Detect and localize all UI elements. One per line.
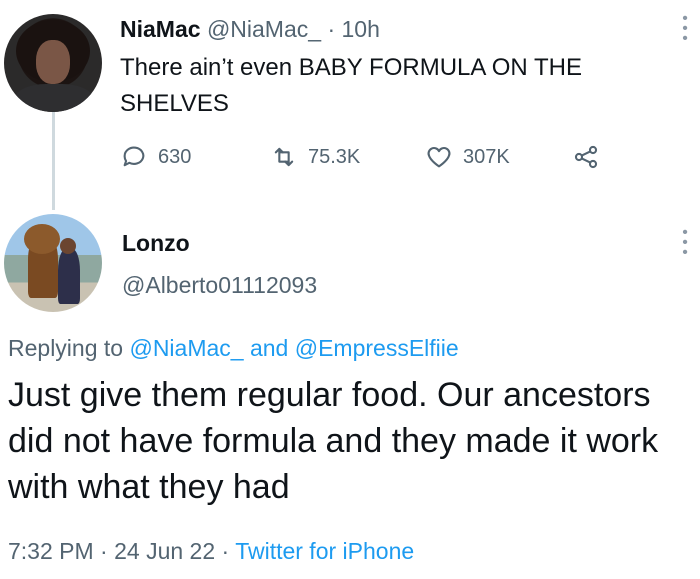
reply-icon — [123, 146, 145, 167]
separator: · — [100, 538, 108, 564]
avatar[interactable] — [4, 14, 102, 112]
action-reply[interactable]: 630 — [120, 140, 191, 174]
avatar-face — [36, 40, 70, 84]
retweet-icon — [274, 147, 294, 167]
more-icon[interactable]: • • • — [680, 225, 690, 261]
action-share[interactable] — [572, 140, 610, 174]
tweet-meta: 7:32 PM · 24 Jun 22 · Twitter for iPhone — [8, 536, 414, 566]
mention-link[interactable]: @EmpressElfiie — [295, 335, 459, 361]
tweet-source[interactable]: Twitter for iPhone — [235, 538, 414, 564]
more-icon[interactable]: • • • — [680, 11, 690, 47]
action-like[interactable]: 307K — [425, 140, 510, 174]
like-count: 307K — [463, 145, 510, 168]
avatar[interactable] — [4, 214, 102, 312]
avatar-person-body — [58, 248, 80, 304]
avatar-mascot-head — [24, 224, 60, 254]
tweet-header: NiaMac @NiaMac_ · 10h — [120, 14, 380, 44]
tweet-time[interactable]: 10h — [342, 16, 380, 42]
display-name[interactable]: NiaMac — [120, 16, 201, 42]
replying-and[interactable]: and — [250, 335, 288, 361]
separator: · — [221, 538, 230, 564]
retweet-count: 75.3K — [308, 145, 361, 168]
action-retweet[interactable]: 75.3K — [270, 140, 360, 174]
like-icon — [427, 146, 451, 168]
separator: · — [327, 16, 336, 42]
tweet-date[interactable]: 24 Jun 22 — [114, 538, 215, 564]
thread-line — [52, 112, 55, 210]
replying-to: Replying to @NiaMac_ and @EmpressElfiie — [8, 333, 459, 363]
avatar-person-head — [60, 238, 76, 254]
mention-link[interactable]: @NiaMac_ — [129, 335, 243, 361]
reply-count: 630 — [158, 145, 192, 168]
tweet-text: There ain’t even BABY FORMULA ON THE SHE… — [120, 54, 582, 117]
user-handle[interactable]: @Alberto01112093 — [122, 270, 317, 300]
share-icon — [574, 145, 598, 169]
tweet-time[interactable]: 7:32 PM — [8, 538, 94, 564]
tweet-text: Just give them regular food. Our ancesto… — [8, 376, 659, 506]
avatar-body — [14, 84, 94, 112]
replying-prefix: Replying to — [8, 335, 124, 361]
user-handle[interactable]: @NiaMac_ — [207, 16, 321, 42]
display-name[interactable]: Lonzo — [122, 229, 190, 257]
